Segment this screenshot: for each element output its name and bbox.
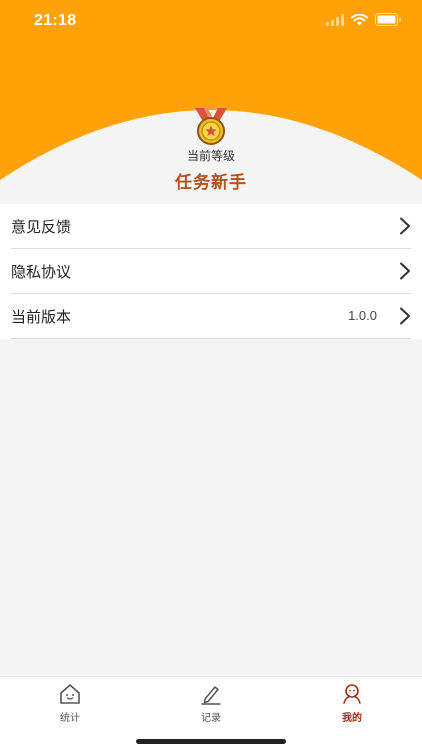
settings-menu: 意见反馈 隐私协议 当前版本 1.0.0 <box>0 204 422 339</box>
tab-stats[interactable]: 统计 <box>0 677 140 731</box>
medal-icon <box>195 108 227 145</box>
person-face-icon <box>343 684 361 704</box>
status-time: 21:18 <box>34 12 77 29</box>
chevron-right-icon <box>400 217 410 235</box>
tab-label: 记录 <box>201 713 221 724</box>
wifi-icon <box>351 13 368 25</box>
tab-records[interactable]: 记录 <box>141 677 281 731</box>
menu-item-feedback[interactable]: 意见反馈 <box>11 204 411 249</box>
status-icons <box>326 13 402 26</box>
chevron-right-icon <box>400 262 410 280</box>
menu-item-label: 当前版本 <box>11 307 72 326</box>
menu-item-label: 隐私协议 <box>11 262 72 281</box>
tab-label: 统计 <box>60 713 80 724</box>
tab-label: 我的 <box>342 713 362 724</box>
level-caption: 当前等级 <box>186 149 235 163</box>
battery-icon <box>375 13 401 26</box>
version-value: 1.0.0 <box>348 308 377 323</box>
tab-mine[interactable]: 我的 <box>282 677 422 731</box>
profile-header: 21:18 当前等级 任务新手 <box>0 0 422 205</box>
level-name: 任务新手 <box>175 173 247 193</box>
signal-icon <box>326 13 344 26</box>
pencil-icon <box>201 686 221 705</box>
tab-bar: 统计 记录 我的 <box>0 676 422 751</box>
status-bar: 21:18 <box>0 0 422 44</box>
house-face-icon <box>60 684 80 704</box>
menu-item-privacy[interactable]: 隐私协议 <box>11 249 411 294</box>
home-indicator <box>136 739 286 744</box>
menu-item-label: 意见反馈 <box>11 217 72 236</box>
chevron-right-icon <box>400 307 410 325</box>
menu-item-version[interactable]: 当前版本 1.0.0 <box>11 294 411 339</box>
